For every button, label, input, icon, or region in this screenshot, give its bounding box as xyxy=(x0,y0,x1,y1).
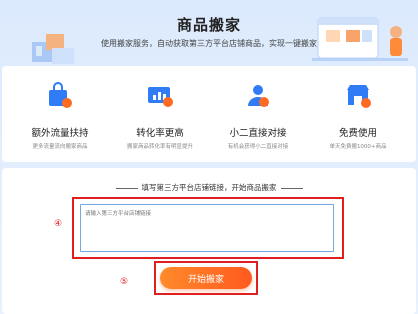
banner: 商品搬家 使用搬家服务，自动获取第三方平台店铺商品，实现一键搬家 xyxy=(0,0,418,66)
feature-traffic: 额外流量扶持 更多流量流向搬家商品 xyxy=(10,66,110,162)
step-marker-4: ④ xyxy=(53,219,63,229)
shop-illustration-icon xyxy=(312,17,408,61)
feature-panel: 额外流量扶持 更多流量流向搬家商品 转化率更高 搬家商品转化率有明显提升 小二直… xyxy=(2,66,416,162)
person-badge-icon xyxy=(248,85,269,107)
feature-conversion: 转化率更高 搬家商品转化率有明显提升 xyxy=(110,66,210,162)
store-link-input[interactable] xyxy=(80,204,334,252)
feature-title: 额外流量扶持 xyxy=(31,128,89,139)
feature-title: 小二直接对接 xyxy=(229,128,287,139)
store-icon xyxy=(347,85,371,108)
section-title: 填写第三方平台店铺链接，开始商品搬家 xyxy=(2,182,416,193)
feature-title: 转化率更高 xyxy=(136,128,184,139)
divider xyxy=(115,187,138,189)
divider xyxy=(280,187,303,189)
feature-contact: 小二直接对接 有机会获得小二直接对接 xyxy=(208,66,308,162)
feature-desc: 单天免费搬1000+商品 xyxy=(329,144,387,150)
feature-desc: 更多流量流向搬家商品 xyxy=(32,144,88,150)
feature-desc: 搬家商品转化率有明显提升 xyxy=(126,144,193,150)
start-move-button[interactable]: 开始搬家 xyxy=(160,267,252,289)
section-title-text: 填写第三方平台店铺链接，开始商品搬家 xyxy=(141,183,277,192)
shopping-bag-icon xyxy=(49,82,72,108)
feature-title: 免费使用 xyxy=(338,128,377,139)
move-form-panel: 填写第三方平台店铺链接，开始商品搬家 ④ ⑤ 开始搬家 xyxy=(2,168,416,314)
feature-desc: 有机会获得小二直接对接 xyxy=(227,144,289,150)
chart-screen-icon xyxy=(148,87,173,107)
feature-free: 免费使用 单天免费搬1000+商品 xyxy=(308,66,408,162)
step-marker-5: ⑤ xyxy=(119,277,129,287)
